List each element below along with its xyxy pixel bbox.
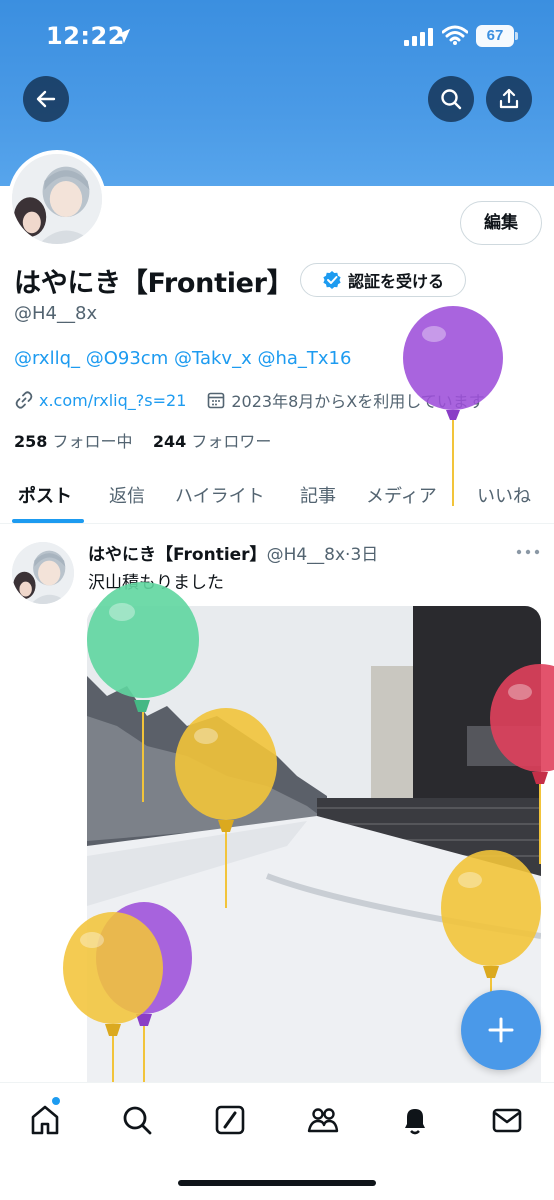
nav-communities[interactable] — [306, 1103, 340, 1137]
location-arrow-icon — [115, 28, 131, 44]
grok-icon — [215, 1105, 245, 1135]
post-text: 沢山積もりました — [88, 573, 224, 593]
tab-articles[interactable]: 記事 — [300, 482, 336, 508]
nav-grok[interactable] — [213, 1103, 247, 1137]
home-indicator — [178, 1180, 376, 1186]
tab-likes[interactable]: いいね — [477, 482, 531, 508]
search-icon — [441, 89, 462, 110]
tab-replies[interactable]: 返信 — [109, 482, 145, 508]
profile-meta: x.com/rxliq_?s=21 2023年8月からXを利用しています — [14, 388, 485, 412]
calendar-icon — [208, 392, 225, 409]
home-icon — [31, 1105, 59, 1135]
post-author-avatar[interactable] — [12, 542, 74, 604]
profile-bio[interactable]: @rxllq_ @O93cm @Takv_x @ha_Tx16 — [14, 348, 351, 369]
tab-media[interactable]: メディア — [366, 482, 437, 508]
profile-name-row: はやにき【Frontier】 — [14, 260, 294, 300]
follow-stats: 258 フォロー中 244 フォロワー — [14, 428, 271, 452]
share-icon — [499, 88, 519, 109]
active-tab-indicator — [12, 519, 84, 523]
get-verified-label: 認証を受ける — [347, 272, 444, 291]
arrow-left-icon — [36, 90, 56, 108]
avatar-image — [12, 154, 102, 244]
battery-indicator: 67 — [476, 25, 518, 47]
followers-link[interactable]: 244 フォロワー — [153, 432, 272, 451]
communities-icon — [307, 1108, 339, 1133]
following-link[interactable]: 258 フォロー中 — [14, 432, 133, 451]
verified-badge-icon — [323, 271, 341, 289]
notifications-icon — [405, 1109, 425, 1135]
display-name: はやにき【Frontier】 — [14, 267, 294, 299]
profile-website-link[interactable]: x.com/rxliq_?s=21 — [39, 391, 186, 410]
profile-tabs: ポスト 返信 ハイライト 記事 メディア いいね — [0, 468, 554, 524]
share-button[interactable] — [486, 76, 532, 122]
wifi-icon — [442, 25, 468, 45]
following-count: 258 — [14, 432, 48, 451]
nav-notifications[interactable] — [398, 1103, 432, 1137]
get-verified-button[interactable]: 認証を受ける — [300, 263, 466, 297]
joined-date: 2023年8月からXを利用しています — [231, 392, 485, 411]
cellular-signal-icon — [404, 28, 433, 46]
edit-profile-button[interactable]: 編集 — [460, 201, 542, 245]
compose-post-button[interactable] — [461, 990, 541, 1070]
messages-icon — [492, 1108, 522, 1133]
back-button[interactable] — [23, 76, 69, 122]
post-author-meta: @H4__8x·3日 — [266, 545, 379, 565]
followers-label: フォロワー — [191, 432, 272, 451]
home-notification-dot — [52, 1097, 60, 1105]
nav-messages[interactable] — [490, 1103, 524, 1137]
nav-search[interactable] — [120, 1103, 154, 1137]
plus-icon — [488, 1017, 514, 1043]
avatar-image — [12, 542, 74, 604]
following-label: フォロー中 — [52, 432, 133, 451]
status-bar: 12:22 67 — [0, 0, 554, 70]
search-button[interactable] — [428, 76, 474, 122]
search-icon — [123, 1106, 152, 1135]
profile-handle: @H4__8x — [14, 303, 98, 324]
more-options-icon[interactable] — [515, 547, 541, 557]
tab-posts[interactable]: ポスト — [18, 482, 72, 508]
post-header: はやにき【Frontier】@H4__8x·3日 — [88, 540, 378, 565]
tab-highlights[interactable]: ハイライト — [175, 482, 265, 508]
profile-avatar[interactable] — [8, 150, 106, 248]
followers-count: 244 — [152, 432, 187, 451]
post-author-name[interactable]: はやにき【Frontier】 — [88, 545, 267, 565]
link-icon — [15, 391, 33, 409]
nav-home[interactable] — [28, 1103, 62, 1137]
